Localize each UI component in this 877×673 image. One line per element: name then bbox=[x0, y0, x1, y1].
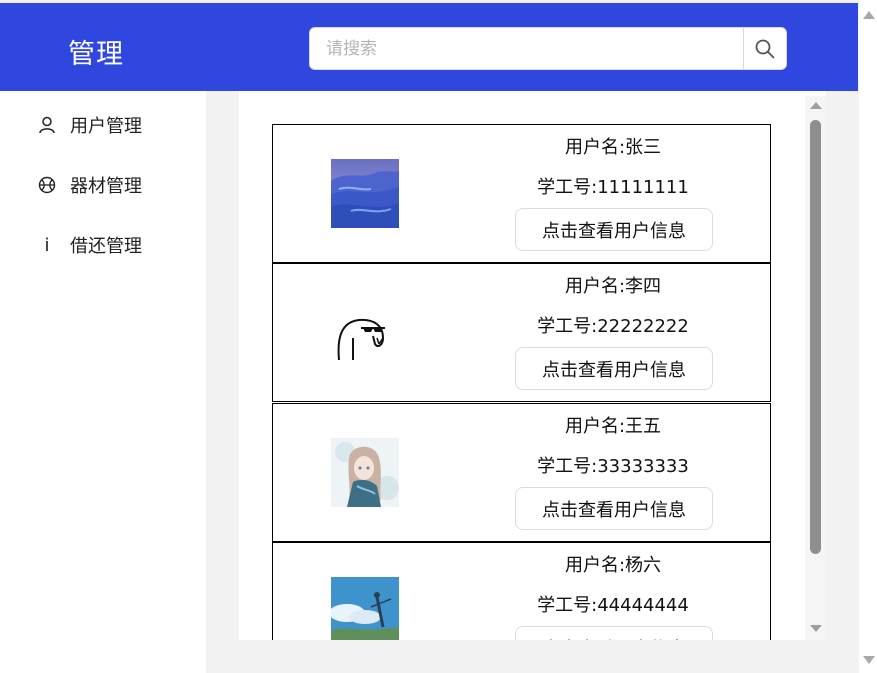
list-scrollbar[interactable] bbox=[805, 96, 826, 640]
scrollbar-thumb[interactable] bbox=[810, 120, 821, 554]
sidebar-item-user-management[interactable]: 用户管理 bbox=[38, 110, 142, 140]
user-list-panel: 用户名:张三 学工号:11111111 点击查看用户信息 用户名:李四 学工号:… bbox=[239, 91, 826, 640]
window-scroll-up-icon[interactable] bbox=[863, 11, 875, 19]
view-user-info-button[interactable]: 点击查看用户信息 bbox=[515, 626, 713, 640]
search-box bbox=[309, 27, 787, 70]
scroll-up-arrow-icon[interactable] bbox=[810, 102, 822, 109]
sidebar-item-label: 用户管理 bbox=[70, 116, 142, 137]
search-button[interactable] bbox=[743, 27, 786, 70]
user-card: 用户名:李四 学工号:22222222 点击查看用户信息 bbox=[272, 263, 771, 402]
sidebar-item-label: 器材管理 bbox=[70, 176, 142, 197]
username-label: 用户名:张三 bbox=[564, 137, 662, 158]
username-label: 用户名:王五 bbox=[564, 416, 662, 437]
search-input[interactable] bbox=[310, 28, 744, 69]
user-id-label: 学工号:22222222 bbox=[537, 316, 689, 337]
sidebar-item-borrow-return[interactable]: i 借还管理 bbox=[38, 230, 142, 260]
sidebar-item-label: 借还管理 bbox=[70, 236, 142, 257]
username-label: 用户名:杨六 bbox=[564, 555, 662, 576]
basketball-icon bbox=[38, 176, 56, 194]
view-user-info-button[interactable]: 点击查看用户信息 bbox=[515, 208, 713, 251]
info-icon: i bbox=[44, 234, 50, 256]
user-card: 用户名:杨六 学工号:44444444 点击查看用户信息 bbox=[272, 542, 771, 640]
user-avatar bbox=[331, 577, 399, 640]
search-icon bbox=[755, 39, 775, 58]
window-scroll-down-icon[interactable] bbox=[863, 656, 875, 664]
user-avatar bbox=[331, 159, 399, 228]
app-title: 管理 bbox=[68, 39, 124, 70]
user-icon bbox=[38, 116, 56, 134]
top-header: 管理 bbox=[0, 3, 858, 91]
sidebar-item-equipment-management[interactable]: 器材管理 bbox=[38, 170, 142, 200]
user-card: 用户名:王五 学工号:33333333 点击查看用户信息 bbox=[272, 403, 771, 542]
user-id-label: 学工号:33333333 bbox=[537, 456, 689, 477]
user-avatar bbox=[331, 438, 399, 507]
window-scrollbar[interactable] bbox=[859, 0, 877, 673]
user-id-label: 学工号:44444444 bbox=[537, 595, 689, 616]
user-card: 用户名:张三 学工号:11111111 点击查看用户信息 bbox=[272, 124, 771, 263]
scroll-down-arrow-icon[interactable] bbox=[810, 625, 822, 632]
username-label: 用户名:李四 bbox=[564, 276, 662, 297]
view-user-info-button[interactable]: 点击查看用户信息 bbox=[515, 347, 713, 390]
sidebar: 用户管理 器材管理 i 借还管理 bbox=[0, 91, 206, 673]
user-avatar bbox=[331, 298, 399, 367]
view-user-info-button[interactable]: 点击查看用户信息 bbox=[515, 487, 713, 530]
user-id-label: 学工号:11111111 bbox=[537, 177, 689, 198]
